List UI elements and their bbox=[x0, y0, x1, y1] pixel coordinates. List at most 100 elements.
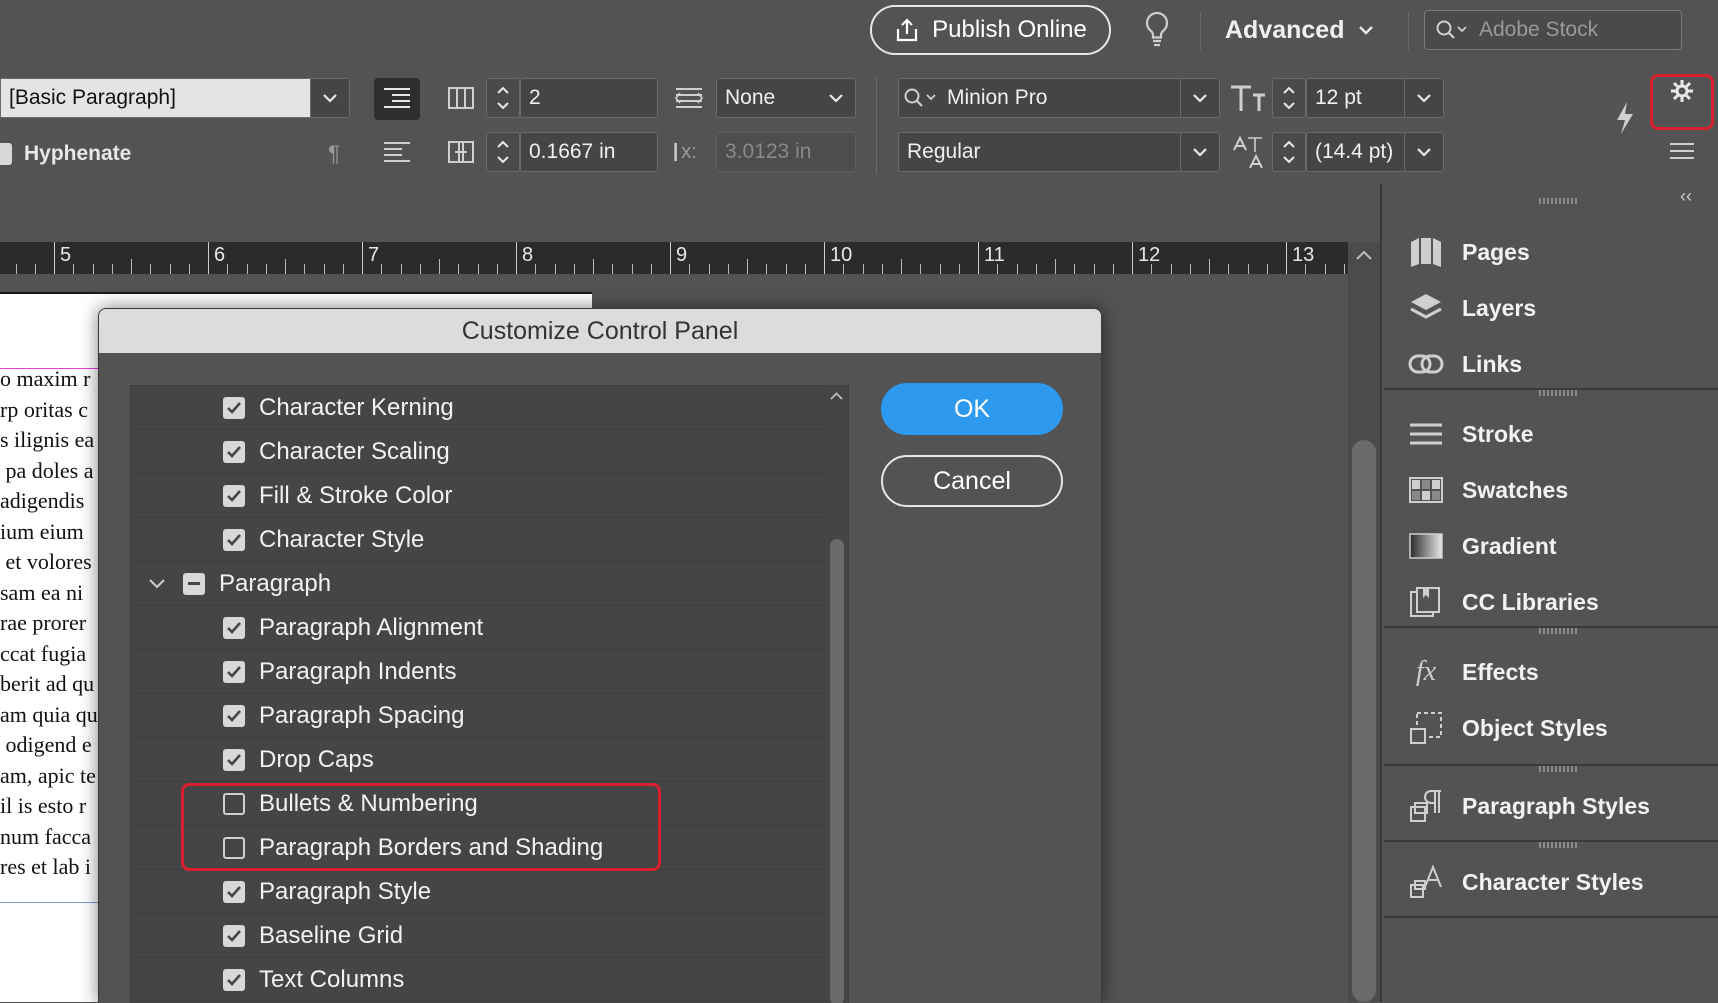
panel-group-grip[interactable] bbox=[1539, 390, 1579, 396]
quick-apply-icon[interactable] bbox=[1606, 96, 1642, 140]
tree-option-row[interactable]: Drop Caps bbox=[131, 738, 826, 782]
leading-dropdown[interactable]: (14.4 pt) bbox=[1306, 132, 1444, 172]
chevron-up-icon[interactable] bbox=[1348, 242, 1380, 270]
checkbox-checked[interactable] bbox=[223, 748, 245, 771]
checkbox-checked[interactable] bbox=[223, 528, 245, 551]
list-scrollbar-thumb[interactable] bbox=[830, 539, 844, 1003]
panel-item-swatches[interactable]: Swatches bbox=[1408, 470, 1568, 510]
cancel-button[interactable]: Cancel bbox=[881, 455, 1063, 507]
checkbox-checked[interactable] bbox=[223, 880, 245, 903]
page-body-text[interactable]: o maxim r rp oritas c s ilignis ea pa dole… bbox=[0, 364, 100, 883]
horizontal-ruler: 5 6 7 8 9 10 11 12 13 bbox=[0, 242, 1348, 274]
tree-option-row[interactable]: Baseline Grid bbox=[131, 914, 826, 958]
panel-group-grip[interactable] bbox=[1539, 198, 1579, 204]
checkbox-checked[interactable] bbox=[223, 616, 245, 639]
font-size-dropdown[interactable]: 12 pt bbox=[1306, 78, 1444, 118]
checkbox-checked[interactable] bbox=[0, 143, 12, 165]
adobe-stock-search-field[interactable]: Adobe Stock bbox=[1424, 10, 1682, 50]
font-family-dropdown[interactable]: Minion Pro bbox=[898, 78, 1220, 118]
chevron-down-icon[interactable] bbox=[145, 576, 169, 592]
ruler-minor-tick bbox=[554, 264, 556, 274]
dropdown-arrow[interactable] bbox=[1404, 79, 1443, 117]
ruler-minor-tick bbox=[1016, 264, 1018, 274]
ruler-minor-tick bbox=[342, 264, 344, 274]
publish-online-label: Publish Online bbox=[932, 16, 1087, 43]
columns-field[interactable]: 2 bbox=[520, 78, 658, 118]
panel-group-grip[interactable] bbox=[1539, 842, 1579, 848]
panel-item-stroke[interactable]: Stroke bbox=[1408, 414, 1534, 454]
dropdown-arrow[interactable] bbox=[1180, 133, 1219, 171]
panel-item-effects[interactable]: fx Effects bbox=[1408, 652, 1539, 692]
tree-option-row[interactable]: Text Columns bbox=[131, 958, 826, 1002]
panel-item-layers[interactable]: Layers bbox=[1408, 288, 1536, 328]
checkbox-checked[interactable] bbox=[223, 968, 245, 991]
checkbox-mixed[interactable] bbox=[183, 572, 205, 595]
leading-stepper[interactable] bbox=[1272, 132, 1306, 172]
layers-icon bbox=[1408, 290, 1444, 326]
font-size-stepper[interactable] bbox=[1272, 78, 1306, 118]
paragraph-style-dropdown[interactable]: [Basic Paragraph] bbox=[0, 78, 350, 118]
columns-stepper[interactable] bbox=[486, 78, 520, 118]
lightbulb-icon[interactable] bbox=[1142, 10, 1172, 50]
tree-option-row[interactable]: Character Kerning bbox=[131, 386, 826, 430]
ruler-minor-tick bbox=[708, 264, 710, 274]
panel-group-grip[interactable] bbox=[1539, 766, 1579, 772]
align-right-button[interactable] bbox=[374, 132, 420, 174]
scrollbar-thumb[interactable] bbox=[1352, 440, 1376, 1002]
checkbox-checked[interactable] bbox=[223, 440, 245, 463]
x-position-field: 3.0123 in bbox=[716, 132, 856, 172]
gutter-field[interactable]: 0.1667 in bbox=[520, 132, 658, 172]
chevron-up-icon[interactable] bbox=[826, 387, 847, 407]
gutter-stepper[interactable] bbox=[486, 132, 520, 172]
checkbox-checked[interactable] bbox=[223, 924, 245, 947]
panel-item-links[interactable]: Links bbox=[1408, 344, 1522, 384]
font-style-dropdown[interactable]: Regular bbox=[898, 132, 1220, 172]
tree-option-row[interactable]: Character Scaling bbox=[131, 430, 826, 474]
gradient-icon bbox=[1408, 528, 1444, 564]
span-columns-dropdown[interactable]: None bbox=[716, 78, 856, 118]
collapse-panels-button[interactable]: ‹‹ bbox=[1680, 186, 1692, 207]
panel-item-gradient[interactable]: Gradient bbox=[1408, 526, 1557, 566]
panel-item-paragraph-styles[interactable]: Paragraph Styles bbox=[1408, 786, 1650, 826]
ruler-minor-tick bbox=[439, 259, 440, 274]
text-line: res et lab i bbox=[0, 854, 92, 879]
text-line: num facca bbox=[0, 823, 91, 849]
options-tree-list[interactable]: Character Kerning Character Scaling Fill &… bbox=[130, 385, 849, 1003]
dropdown-arrow[interactable] bbox=[817, 79, 855, 117]
dropdown-arrow[interactable] bbox=[1180, 79, 1219, 117]
tree-option-row[interactable]: Paragraph Alignment bbox=[131, 606, 826, 650]
paragraph-marker-icon[interactable]: ¶ bbox=[316, 136, 352, 172]
pages-icon bbox=[1408, 234, 1444, 270]
ruler-label: 11 bbox=[984, 244, 1005, 266]
option-label: Text Columns bbox=[259, 965, 405, 993]
annotation-highlight-box bbox=[181, 783, 661, 871]
checkbox-checked[interactable] bbox=[223, 660, 245, 683]
panel-group-grip[interactable] bbox=[1539, 628, 1579, 634]
tree-option-row[interactable]: Paragraph Indents bbox=[131, 650, 826, 694]
align-left-button[interactable] bbox=[374, 78, 420, 120]
panel-menu-icon[interactable] bbox=[1664, 136, 1700, 166]
ok-button[interactable]: OK bbox=[881, 383, 1063, 435]
option-label: Drop Caps bbox=[259, 745, 374, 773]
tree-option-row[interactable]: Paragraph Style bbox=[131, 870, 826, 914]
publish-online-button[interactable]: Publish Online bbox=[870, 5, 1111, 55]
dropdown-arrow[interactable] bbox=[310, 79, 349, 117]
panel-item-object-styles[interactable]: Object Styles bbox=[1408, 708, 1608, 748]
dropdown-arrow[interactable] bbox=[1404, 133, 1443, 171]
tree-option-row[interactable]: Paragraph Spacing bbox=[131, 694, 826, 738]
checkbox-checked[interactable] bbox=[223, 396, 245, 419]
panel-item-cc-libraries[interactable]: CC Libraries bbox=[1408, 582, 1599, 622]
panel-item-character-styles[interactable]: Character Styles bbox=[1408, 862, 1644, 902]
hyphenate-checkbox[interactable]: Hyphenate bbox=[0, 136, 131, 172]
tree-option-row[interactable]: Character Style bbox=[131, 518, 826, 562]
tree-option-row[interactable]: Fill & Stroke Color bbox=[131, 474, 826, 518]
swatches-icon bbox=[1408, 472, 1444, 508]
tree-group-row[interactable]: Paragraph bbox=[131, 562, 826, 606]
checkmark-icon bbox=[227, 445, 241, 458]
checkbox-checked[interactable] bbox=[223, 484, 245, 507]
panel-item-pages[interactable]: Pages bbox=[1408, 232, 1530, 272]
checkbox-checked[interactable] bbox=[223, 704, 245, 727]
workspace-switcher[interactable]: Advanced bbox=[1225, 8, 1374, 52]
ruler-minor-tick bbox=[304, 264, 306, 274]
ruler-major-tick bbox=[670, 242, 671, 274]
